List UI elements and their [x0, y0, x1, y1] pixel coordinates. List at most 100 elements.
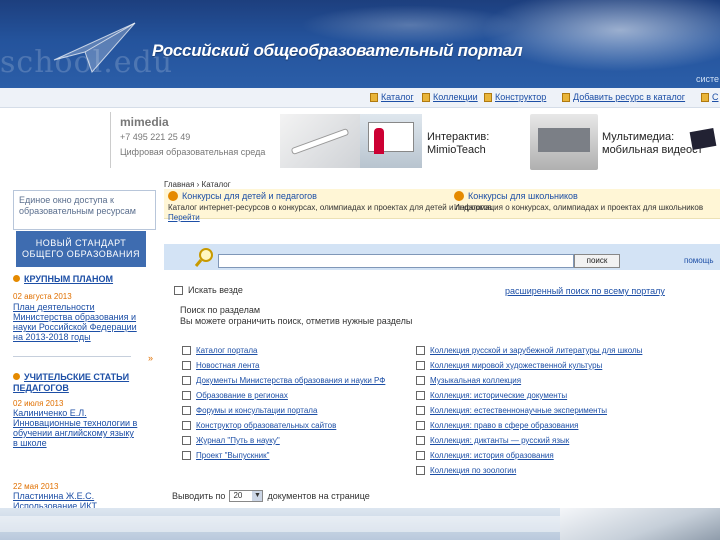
breadcrumb[interactable]: Главная › Каталог [164, 180, 231, 189]
sidebar-author[interactable]: Пластинина Ж.Е.С. [13, 491, 139, 501]
per-page-prefix: Выводить по [172, 491, 226, 501]
nav-item-collections[interactable]: Коллекции [422, 92, 478, 102]
category-checkbox[interactable] [182, 436, 191, 445]
category-label: Новостная лента [196, 361, 260, 370]
collection-checkbox[interactable] [416, 376, 425, 385]
sidebar-article-link[interactable]: Инновационные технологии в обучении англ… [13, 418, 139, 448]
nav-item-more[interactable]: С [701, 92, 719, 102]
nav-item-label: Каталог [381, 92, 414, 102]
category-label: Форумы и консультации портала [196, 406, 318, 415]
left-sidebar: Единое окно доступа к образовательным ре… [10, 180, 156, 511]
collection-label: Коллекция: право в сфере образования [430, 421, 579, 430]
category-item[interactable]: Каталог портала [182, 346, 258, 355]
per-page-select[interactable]: 20 ▼ [229, 490, 264, 502]
contest-title-text: Конкурсы для школьников [468, 191, 578, 201]
category-checkbox[interactable] [182, 391, 191, 400]
collection-label: Коллекция мировой художественной культур… [430, 361, 603, 370]
projector-image[interactable] [530, 114, 598, 170]
sidebar-window-link[interactable]: Единое окно доступа к образовательным ре… [13, 190, 156, 230]
collection-checkbox[interactable] [416, 361, 425, 370]
contest-left-title: Конкурсы для детей и педагогов [168, 191, 438, 201]
category-label: Документы Министерства образования и нау… [196, 376, 386, 385]
promo-interactive-line2: MimioTeach [427, 144, 486, 156]
collection-checkbox[interactable] [416, 406, 425, 415]
laptop-image [560, 508, 720, 540]
category-checkbox[interactable] [182, 406, 191, 415]
nav-item-label: Коллекции [433, 92, 478, 102]
double-arrow-icon[interactable]: » [148, 353, 153, 363]
promo-interactive-line1: Интерактив: [427, 131, 490, 143]
advanced-search-link[interactable]: расширенный поиск по всему порталу [505, 286, 665, 296]
category-checkbox[interactable] [182, 376, 191, 385]
category-item[interactable]: Форумы и консультации портала [182, 406, 317, 415]
promo-multimedia[interactable]: Мультимедиа: мобильная видеост [602, 131, 703, 157]
whiteboard-image[interactable] [360, 114, 422, 168]
collection-item[interactable]: Музыкальная коллекция [416, 376, 521, 385]
category-checkbox[interactable] [182, 451, 191, 460]
category-checkbox[interactable] [182, 421, 191, 430]
collection-item[interactable]: Коллекция русской и зарубежной литератур… [416, 346, 642, 355]
contest-left-more[interactable]: Перейти [168, 213, 438, 222]
sidebar-heading-closeup[interactable]: КРУПНЫМ ПЛАНОМ [13, 274, 143, 284]
collection-item[interactable]: Коллекция: история образования [416, 451, 554, 460]
category-checkbox[interactable] [182, 361, 191, 370]
collection-checkbox[interactable] [416, 451, 425, 460]
search-everywhere-label: Искать везде [188, 285, 243, 295]
clapperboard-icon [689, 128, 717, 150]
nav-item-label: Конструктор [495, 92, 547, 102]
category-item[interactable]: Новостная лента [182, 361, 259, 370]
category-item[interactable]: Образование в регионах [182, 391, 288, 400]
contest-right[interactable]: Конкурсы для школьников Информация о кон… [454, 191, 720, 213]
category-item[interactable]: Документы Министерства образования и нау… [182, 376, 385, 385]
new-standard-button[interactable]: НОВЫЙ СТАНДАРТ ОБЩЕГО ОБРАЗОВАНИЯ [16, 231, 146, 267]
promo-interactive[interactable]: Интерактив: MimioTeach [427, 131, 489, 157]
nav-item-add-resource[interactable]: Добавить ресурс в каталог [562, 92, 685, 102]
category-checkbox[interactable] [182, 346, 191, 355]
category-item[interactable]: Журнал "Путь в науку" [182, 436, 280, 445]
collection-checkbox[interactable] [416, 346, 425, 355]
search-button[interactable]: поиск [574, 254, 620, 268]
collection-item[interactable]: Коллекция по зоологии [416, 466, 516, 475]
collection-item[interactable]: Коллекция: естественнонаучные эксперимен… [416, 406, 607, 415]
category-item[interactable]: Проект "Выпускник" [182, 451, 269, 460]
footer-decoration [0, 508, 720, 540]
collections-icon [422, 92, 430, 102]
cloud-decoration [300, 5, 520, 45]
sidebar-divider [13, 356, 131, 357]
search-help-link[interactable]: помощь [684, 256, 713, 265]
catalog-icon [370, 92, 378, 102]
page: school.edu Российский общеобразовательны… [0, 0, 720, 540]
contest-icon [454, 191, 464, 201]
search-everywhere-checkbox[interactable] [174, 285, 183, 295]
sidebar-date: 22 мая 2013 [13, 482, 59, 491]
sidebar-author[interactable]: Калиниченко Е.Л. [13, 408, 139, 418]
banner-divider [110, 112, 111, 168]
sidebar-news-link[interactable]: План деятельности Министерства образован… [13, 302, 139, 342]
nav-item-constructor[interactable]: Конструктор [484, 92, 546, 102]
collection-checkbox[interactable] [416, 436, 425, 445]
collection-label: Музыкальная коллекция [430, 376, 522, 385]
collection-item[interactable]: Коллекция мировой художественной культур… [416, 361, 602, 370]
header-right-text[interactable]: систе [696, 74, 719, 84]
contest-left[interactable]: Конкурсы для детей и педагогов Каталог и… [168, 191, 492, 222]
collection-item[interactable]: Коллекция: право в сфере образования [416, 421, 578, 430]
nav-item-catalog[interactable]: Каталог [370, 92, 414, 102]
category-item[interactable]: Конструктор образовательных сайтов [182, 421, 336, 430]
mimedia-logo[interactable]: mimedia [120, 115, 169, 129]
collection-item[interactable]: Коллекция: диктанты — русский язык [416, 436, 569, 445]
paper-plane-icon [53, 22, 136, 73]
collection-checkbox[interactable] [416, 466, 425, 475]
category-label: Образование в регионах [196, 391, 288, 400]
collection-item[interactable]: Коллекция: исторические документы [416, 391, 567, 400]
heading-text: УЧИТЕЛЬСКИЕ СТАТЬИ ПЕДАГОГОВ [13, 372, 130, 393]
per-page-value: 20 [233, 491, 243, 500]
sidebar-heading-articles[interactable]: УЧИТЕЛЬСКИЕ СТАТЬИ ПЕДАГОГОВ [13, 372, 139, 394]
collection-checkbox[interactable] [416, 421, 425, 430]
search-everywhere-option[interactable]: Искать везде [174, 285, 243, 295]
search-input[interactable] [218, 254, 574, 268]
stylus-image[interactable] [280, 114, 360, 168]
chevron-down-icon: ▼ [252, 491, 263, 501]
promo-multimedia-line1: Мультимедиа: [602, 131, 675, 143]
device-box [538, 128, 590, 152]
collection-checkbox[interactable] [416, 391, 425, 400]
